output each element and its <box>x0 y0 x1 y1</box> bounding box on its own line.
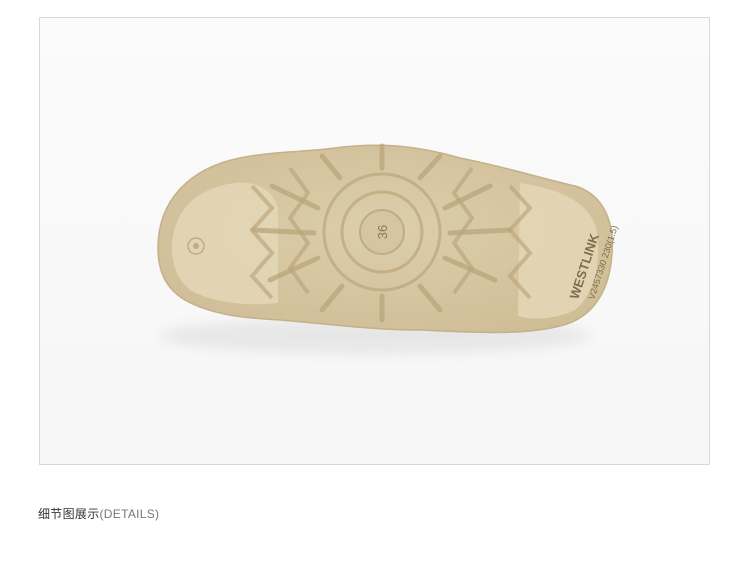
sole-size-text: 36 <box>375 225 390 239</box>
shoe-sole-image: 36 WESTLINK V2457330 230(1.5) <box>157 143 620 354</box>
section-caption: 细节图展示(DETAILS) <box>38 505 159 522</box>
detail-page: 36 WESTLINK V2457330 230(1.5) 细节图展示(DETA… <box>0 0 750 585</box>
product-detail-photo: 36 WESTLINK V2457330 230(1.5) <box>39 17 710 465</box>
caption-title-cn: 细节图展示 <box>38 507 100 521</box>
caption-title-en: (DETAILS) <box>99 507 160 521</box>
